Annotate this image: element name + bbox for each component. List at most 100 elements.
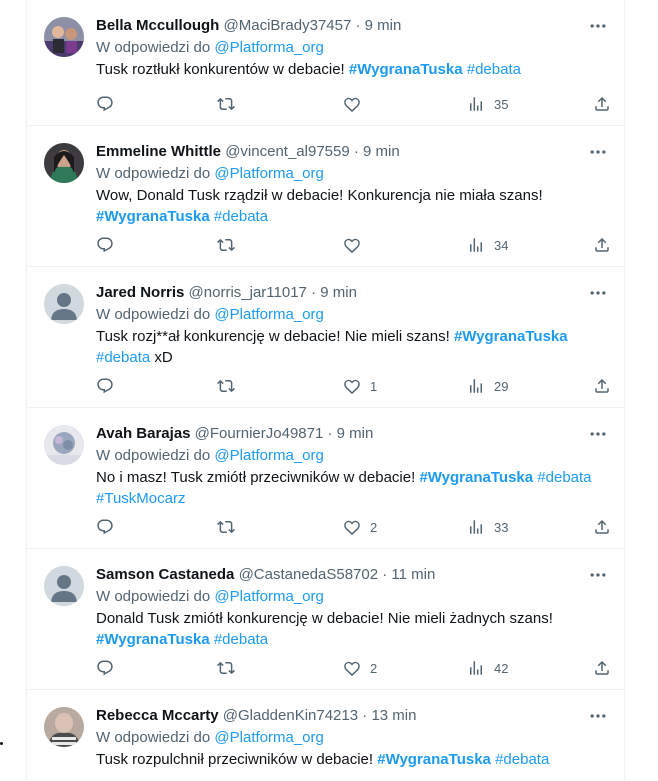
reply-button[interactable] [96,517,114,537]
reply-mention[interactable]: @Platforma_org [214,729,323,746]
author-handle[interactable]: @CastanedaS58702 [239,566,379,583]
reply-mention[interactable]: @Platforma_org [214,306,323,323]
author-handle[interactable]: @vincent_al97559 [225,143,349,160]
tweet-actions: 2 33 [96,517,611,537]
reply-button[interactable] [96,235,114,255]
like-button[interactable] [343,235,370,255]
hashtag[interactable]: #debata [96,349,150,366]
author-handle[interactable]: @norris_jar11017 [189,284,307,301]
hashtag[interactable]: #TuskMocarz [96,490,185,507]
reply-button[interactable] [96,94,114,114]
heart-icon [344,379,360,395]
views-button[interactable]: 42 [467,658,508,678]
reply-mention[interactable]: @Platforma_org [214,588,323,605]
reply-mention[interactable]: @Platforma_org [214,447,323,464]
separator-dot: · [382,566,388,583]
tweet-actions: 35 [96,94,611,114]
hashtag[interactable]: #WygranaTuska [377,751,491,768]
like-button[interactable]: 2 [343,517,377,537]
like-button[interactable]: 1 [343,376,377,396]
like-button[interactable]: 2 [343,658,377,678]
avatar[interactable] [44,707,84,747]
views-count: 33 [494,519,509,535]
tweet-tail: xD [154,349,173,366]
timestamp[interactable]: 9 min [320,284,357,301]
separator-dot: · [362,707,368,724]
reply-feed: Bella Mccullough @MaciBrady37457 · 9 min… [26,0,625,781]
hashtag[interactable]: #WygranaTuska [96,208,210,225]
tweet[interactable]: Avah Barajas @FournierJo49871 · 9 min W … [27,408,624,549]
share-button[interactable] [593,658,611,678]
reply-mention[interactable]: @Platforma_org [214,39,323,56]
tweet-text: Tusk rozpulchnił przeciwników w debacie!… [96,749,608,770]
share-icon [595,519,609,534]
retweet-button[interactable] [217,517,235,537]
timestamp[interactable]: 13 min [371,707,416,724]
author-name[interactable]: Rebecca Mccarty [96,707,219,724]
author-name[interactable]: Bella Mccullough [96,17,219,34]
more-horizontal-icon[interactable] [588,565,608,585]
more-horizontal-icon[interactable] [588,706,608,726]
tweet-text: Wow, Donald Tusk rządził w debacie! Konk… [96,185,608,227]
hashtag[interactable]: #WygranaTuska [419,469,533,486]
reply-icon [97,237,113,253]
retweet-button[interactable] [217,94,235,114]
avatar-default[interactable] [44,566,84,606]
avatar[interactable] [44,143,84,183]
author-name[interactable]: Samson Castaneda [96,566,234,583]
views-button[interactable]: 35 [467,94,508,114]
share-icon [595,378,609,393]
reply-prefix: W odpowiedzi do [96,729,211,746]
more-horizontal-icon[interactable] [588,283,608,303]
hashtag[interactable]: #debata [537,469,591,486]
reply-button[interactable] [96,376,114,396]
hashtag[interactable]: #WygranaTuska [454,328,568,345]
share-button[interactable] [593,94,611,114]
hashtag[interactable]: #debata [467,61,521,78]
tweet[interactable]: Bella Mccullough @MaciBrady37457 · 9 min… [27,0,624,126]
author-handle[interactable]: @FournierJo49871 [195,425,324,442]
tweet[interactable]: Emmeline Whittle @vincent_al97559 · 9 mi… [27,126,624,267]
avatar-default[interactable] [44,284,84,324]
author-name[interactable]: Avah Barajas [96,425,191,442]
heart-icon [344,661,360,677]
hashtag[interactable]: #WygranaTuska [96,631,210,648]
timestamp[interactable]: 9 min [365,17,402,34]
reply-mention[interactable]: @Platforma_org [214,165,323,182]
retweet-button[interactable] [217,658,235,678]
author-handle[interactable]: @GladdenKin74213 [223,707,358,724]
timestamp[interactable]: 9 min [337,425,374,442]
tweet[interactable]: Jared Norris @norris_jar11017 · 9 min W … [27,267,624,408]
reply-button[interactable] [96,658,114,678]
share-icon [595,96,609,111]
hashtag[interactable]: #debata [214,208,268,225]
share-button[interactable] [593,235,611,255]
reply-prefix: W odpowiedzi do [96,306,211,323]
timestamp[interactable]: 9 min [363,143,400,160]
tweet[interactable]: Samson Castaneda @CastanedaS58702 · 11 m… [27,549,624,690]
hashtag[interactable]: #WygranaTuska [349,61,463,78]
share-button[interactable] [593,517,611,537]
heart-icon [344,520,360,536]
author-name[interactable]: Emmeline Whittle [96,143,221,160]
retweet-button[interactable] [217,235,235,255]
tweet[interactable]: Rebecca Mccarty @GladdenKin74213 · 13 mi… [27,690,624,781]
avatar[interactable] [44,425,84,465]
share-button[interactable] [593,376,611,396]
more-horizontal-icon[interactable] [588,16,608,36]
author-handle[interactable]: @MaciBrady37457 [224,17,352,34]
views-button[interactable]: 33 [467,517,508,537]
author-name[interactable]: Jared Norris [96,284,184,301]
hashtag[interactable]: #debata [214,631,268,648]
avatar[interactable] [44,17,84,57]
hashtag[interactable]: #debata [495,751,549,768]
separator-dot: · [311,284,317,301]
more-horizontal-icon[interactable] [588,424,608,444]
timestamp[interactable]: 11 min [391,566,435,583]
tweet-actions: 2 42 [96,658,611,678]
views-button[interactable]: 34 [467,235,508,255]
views-button[interactable]: 29 [467,376,508,396]
like-button[interactable] [343,94,370,114]
more-horizontal-icon[interactable] [588,142,608,162]
retweet-button[interactable] [217,376,235,396]
